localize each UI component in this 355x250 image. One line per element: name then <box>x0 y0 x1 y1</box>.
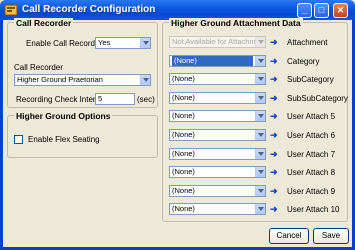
attachment-label-10: User Attach 10 <box>287 205 340 215</box>
app-icon <box>4 4 18 16</box>
call-recorder-select[interactable]: Higher Ground Praetorian <box>14 74 151 86</box>
flex-seating-label: Enable Flex Seating <box>28 135 100 144</box>
call-recorder-group: Call Recorder Enable Call Recording: Yes… <box>7 18 158 108</box>
attachment-select-1: Not Available for Attachment <box>169 36 266 48</box>
chevron-down-icon[interactable] <box>140 38 150 48</box>
chevron-down-icon[interactable] <box>140 75 150 85</box>
chevron-down-icon[interactable] <box>255 130 265 140</box>
arrow-right-icon: ➜ <box>270 204 278 215</box>
interval-unit: (sec) <box>137 95 155 104</box>
arrow-right-icon: ➜ <box>270 111 278 122</box>
hg-options-group-title: Higher Ground Options <box>14 111 113 121</box>
interval-input[interactable]: 5 <box>95 93 135 105</box>
arrow-right-icon: ➜ <box>270 74 278 85</box>
attachment-select-8[interactable]: (None) <box>169 166 266 179</box>
enable-recording-select[interactable]: Yes <box>95 37 151 49</box>
arrow-right-icon: ➜ <box>270 55 278 66</box>
dialog-body: Call Recorder Enable Call Recording: Yes… <box>3 18 352 247</box>
window-title: Call Recorder Configuration <box>22 4 156 15</box>
attachment-label-8: User Attach 8 <box>287 168 336 178</box>
call-recorder-label: Call Recorder <box>14 63 63 72</box>
maximize-button[interactable]: □ <box>314 3 329 18</box>
chevron-down-icon[interactable] <box>255 185 265 196</box>
cancel-button[interactable]: Cancel <box>269 228 309 244</box>
chevron-down-icon[interactable] <box>255 148 265 159</box>
attachment-select-9[interactable]: (None) <box>169 184 266 197</box>
chevron-down-icon[interactable] <box>255 55 265 66</box>
chevron-down-icon[interactable] <box>255 167 265 178</box>
attachment-label-5: User Attach 5 <box>287 112 336 122</box>
minimize-button[interactable]: _ <box>297 3 312 18</box>
arrow-right-icon: ➜ <box>270 167 278 178</box>
attachment-label-7: User Attach 7 <box>287 149 336 159</box>
arrow-right-icon: ➜ <box>270 92 278 103</box>
chevron-down-icon[interactable] <box>255 92 265 103</box>
attachment-select-3[interactable]: (None) <box>169 73 266 86</box>
arrow-right-icon: ➜ <box>270 185 278 196</box>
attachment-select-7[interactable]: (None) <box>169 147 266 160</box>
attachment-select-5[interactable]: (None) <box>169 110 266 123</box>
attachment-label-4: SubSubCategory <box>287 93 348 103</box>
chevron-down-icon[interactable] <box>255 204 265 215</box>
attachment-select-4[interactable]: (None) <box>169 91 266 104</box>
chevron-down-icon[interactable] <box>255 111 265 122</box>
attachment-select-6[interactable]: (None) <box>169 129 266 141</box>
hg-options-group: Higher Ground Options Enable Flex Seatin… <box>7 111 158 158</box>
attachment-select-10[interactable]: (None) <box>169 203 266 216</box>
arrow-right-icon: ➜ <box>270 37 278 47</box>
arrow-right-icon: ➜ <box>270 148 278 159</box>
chevron-down-icon[interactable] <box>255 74 265 85</box>
chevron-down-icon <box>255 37 265 47</box>
arrow-right-icon: ➜ <box>270 130 278 140</box>
attachment-select-2[interactable]: (None) <box>169 54 266 67</box>
save-button[interactable]: Save <box>313 228 349 244</box>
attachment-group-title: Higher Ground Attachment Data <box>169 18 303 28</box>
close-button[interactable]: ✕ <box>333 3 348 18</box>
attachment-label-6: User Attach 6 <box>287 131 336 140</box>
flex-seating-checkbox[interactable] <box>14 135 23 144</box>
call-recorder-group-title: Call Recorder <box>14 18 74 28</box>
attachment-group: Higher Ground Attachment Data Not Availa… <box>162 18 348 222</box>
attachment-label-9: User Attach 9 <box>287 186 336 196</box>
title-bar[interactable]: Call Recorder Configuration _ □ ✕ <box>0 0 355 20</box>
attachment-label-2: Category <box>287 56 320 66</box>
config-window: Call Recorder Configuration _ □ ✕ Call R… <box>0 0 355 250</box>
attachment-label-3: SubCategory <box>287 75 334 85</box>
attachment-label-1: Attachment <box>287 38 328 47</box>
